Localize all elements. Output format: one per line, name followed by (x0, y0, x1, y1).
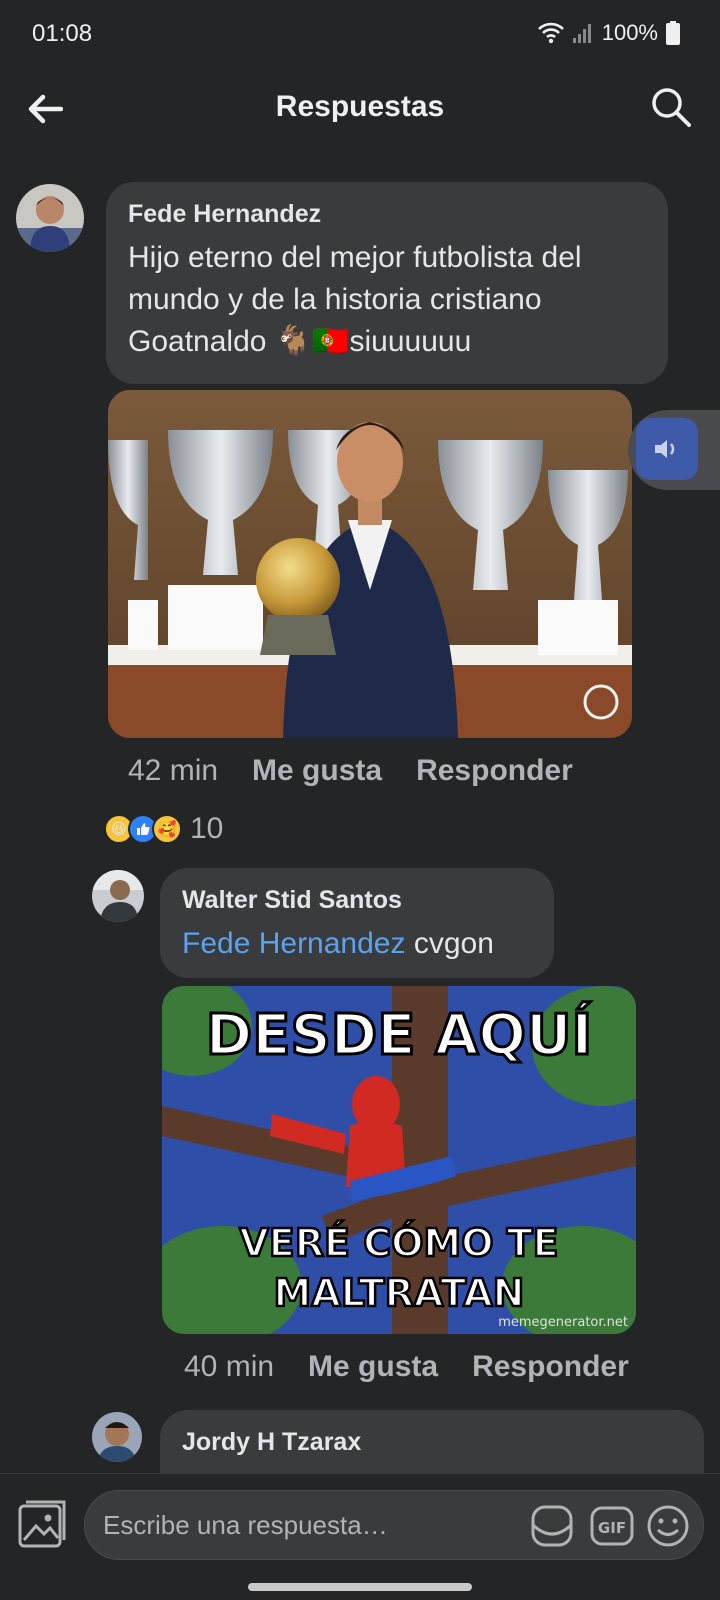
trophy-photo-image (108, 390, 632, 738)
reply-input[interactable] (103, 1491, 503, 1559)
status-indicators: 100% (537, 20, 680, 46)
status-time: 01:08 (32, 20, 93, 47)
care-reaction-icon: 🥰 (152, 814, 182, 844)
spiderman-meme-image: DESDE AQUÍ VERÉ CÓMO TE MALTRATAN memege… (162, 986, 636, 1334)
reply-button[interactable]: Responder (472, 1350, 629, 1384)
comment-actions: 40 min Me gusta Responder (184, 1350, 629, 1384)
reply-button[interactable]: Responder (416, 754, 573, 788)
meme-bottom-text-1: VERÉ CÓMO TE (239, 1221, 558, 1265)
gesture-handle[interactable] (248, 1583, 472, 1591)
meme-bottom-text-2: MALTRATAN (274, 1271, 525, 1315)
mention-link[interactable]: Fede Hernandez (182, 927, 405, 960)
sound-toggle-tab[interactable] (628, 410, 720, 490)
avatar-image (92, 870, 144, 922)
signal-icon (572, 22, 594, 44)
battery-percent: 100% (601, 20, 658, 45)
avatar[interactable] (16, 184, 84, 252)
like-button[interactable]: Me gusta (252, 754, 382, 788)
comment-author[interactable]: Jordy H Tzarax (182, 1428, 682, 1457)
search-button[interactable] (650, 86, 696, 132)
page-title: Respuestas (275, 90, 445, 123)
reply-composer: GIF (0, 1473, 720, 1573)
comment-author[interactable]: Walter Stid Santos (182, 886, 532, 915)
comment-time[interactable]: 42 min (128, 754, 218, 788)
photo-gallery-icon (18, 1500, 66, 1548)
wifi-icon (537, 22, 564, 44)
meme-watermark: memegenerator.net (498, 1315, 628, 1330)
comment-author[interactable]: Fede Hernandez (128, 200, 646, 229)
comment-actions: 42 min Me gusta Responder (128, 754, 573, 788)
avatar[interactable] (92, 870, 144, 922)
comment-body: cvgon (413, 927, 494, 960)
app-header: Respuestas (0, 68, 720, 154)
reaction-count: 10 (190, 812, 224, 845)
comment-photo[interactable] (108, 390, 632, 738)
comment-meme[interactable]: DESDE AQUÍ VERÉ CÓMO TE MALTRATAN memege… (162, 986, 636, 1334)
reaction-summary[interactable]: 😆 🥰 10 (104, 812, 223, 846)
avatar[interactable] (92, 1412, 142, 1462)
sticker-icon[interactable] (529, 1503, 575, 1549)
meme-top-text: DESDE AQUÍ (206, 1002, 593, 1068)
comment-bubble[interactable]: Walter Stid Santos Fede Hernandez cvgon (160, 868, 554, 978)
emoji-icon[interactable] (645, 1503, 691, 1549)
gif-button[interactable]: GIF (589, 1503, 635, 1549)
like-button[interactable]: Me gusta (308, 1350, 438, 1384)
avatar-image (92, 1412, 142, 1462)
comment-bubble[interactable]: Fede Hernandez Hijo eterno del mejor fut… (106, 182, 668, 384)
status-bar: 01:08 100% (0, 0, 720, 68)
gif-label: GIF (598, 1519, 626, 1537)
comment-text: Fede Hernandez cvgon (182, 923, 532, 965)
reply-input-container: GIF (84, 1490, 704, 1560)
gallery-button[interactable] (16, 1498, 68, 1550)
comment-time[interactable]: 40 min (184, 1350, 274, 1384)
avatar-image (16, 184, 84, 252)
battery-icon (666, 21, 680, 45)
speaker-icon (636, 418, 698, 480)
replies-screen: 01:08 100% Respuestas Fede Hernandez Hij… (0, 0, 720, 1600)
comment-text: Hijo eterno del mejor futbolista del mun… (128, 241, 582, 358)
search-icon (652, 88, 691, 127)
